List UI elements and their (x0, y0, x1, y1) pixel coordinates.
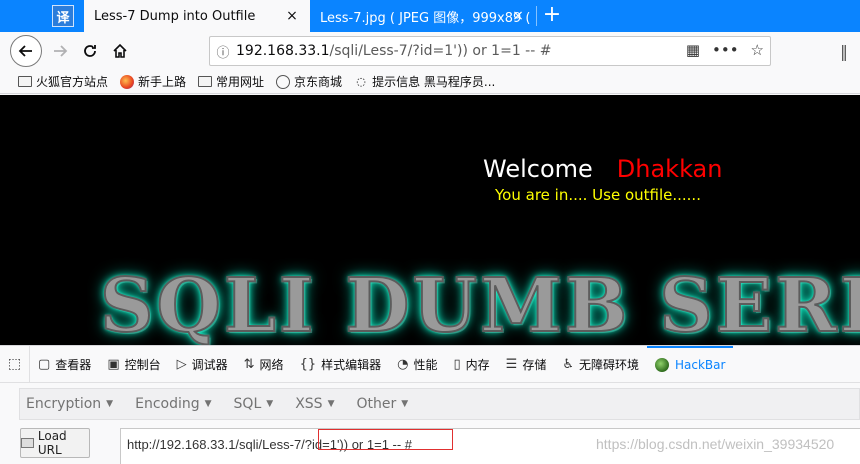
reload-button[interactable] (76, 37, 104, 65)
load-url-button[interactable]: Load URL (20, 428, 90, 458)
caret-down-icon: ▼ (327, 399, 335, 409)
memory-icon: ▯ (453, 356, 461, 372)
tab-network[interactable]: ⇅ 网络 (236, 346, 292, 383)
style-editor-icon: {} (299, 356, 317, 372)
star-icon[interactable]: ☆ (751, 41, 764, 59)
menu-encryption[interactable]: Encryption ▼ (26, 396, 113, 412)
new-tab-button[interactable]: + (540, 4, 564, 28)
tab-memory[interactable]: ▯ 内存 (445, 346, 497, 383)
tab-inspector[interactable]: ▢ 查看器 (30, 346, 99, 383)
bookmarks-toolbar: 火狐官方站点 新手上路 常用网址 京东商城 ◌ 提示信息 黑马程序员... (0, 70, 860, 94)
devtools-toolbar: ⬚ ▢ 查看器 ▣ 控制台 ▷ 调试器 ⇅ 网络 {} 样式编辑器 ◔ 性能 ▯ 内存 ☰ 存储… (0, 345, 860, 383)
tab-less-7-jpg[interactable]: Less-7.jpg ( JPEG 图像，999x89 ( × (310, 0, 536, 32)
close-tab-icon[interactable]: × (284, 8, 300, 24)
folder-icon (198, 76, 213, 87)
login-message: You are in.... Use outfile...... (495, 186, 701, 204)
url-host: 192.168.33.1 (236, 43, 330, 59)
bookmark-item[interactable]: 常用网址 (198, 73, 264, 90)
globe-icon (276, 74, 291, 89)
payload-highlight-box (318, 429, 453, 450)
watermark: https://blog.csdn.net/weixin_39934520 (596, 436, 835, 452)
reload-icon (84, 45, 96, 57)
performance-icon: ◔ (397, 356, 409, 372)
caret-down-icon: ▼ (204, 399, 212, 409)
element-picker-icon[interactable]: ⬚ (0, 345, 30, 383)
folder-icon (18, 76, 32, 87)
library-icon[interactable]: ‖ (840, 42, 848, 61)
tab-title: Less-7.jpg ( JPEG 图像，999x89 ( (320, 10, 531, 26)
url-bar[interactable]: ⓘ 192.168.33.1/sqli/Less-7/?id=1')) or 1… (209, 36, 771, 66)
info-icon[interactable]: ⓘ (210, 42, 236, 61)
caret-down-icon: ▼ (266, 399, 274, 409)
tab-less-7-dump[interactable]: Less-7 Dump into Outfile × (84, 0, 310, 32)
welcome-heading: Welcome Dhakkan (483, 155, 723, 183)
tab-style-editor[interactable]: {} 样式编辑器 (292, 346, 390, 383)
bookmark-item[interactable]: 新手上路 (120, 73, 186, 90)
home-icon (113, 43, 127, 58)
tab-hackbar[interactable]: HackBar (647, 345, 734, 383)
navigation-bar: ⓘ 192.168.33.1/sqli/Less-7/?id=1')) or 1… (0, 32, 860, 70)
back-icon (18, 45, 32, 57)
caret-down-icon: ▼ (106, 399, 114, 409)
network-icon: ⇅ (243, 356, 255, 372)
tab-debugger[interactable]: ▷ 调试器 (169, 346, 236, 383)
loading-icon: ◌ (356, 75, 366, 88)
storage-icon: ☰ (505, 356, 518, 372)
menu-xss[interactable]: XSS ▼ (295, 396, 334, 412)
forward-button[interactable] (46, 37, 74, 65)
devtools-panel: ⬚ ▢ 查看器 ▣ 控制台 ▷ 调试器 ⇅ 网络 {} 样式编辑器 ◔ 性能 ▯ 内存 ☰ 存储… (0, 345, 860, 464)
url-text[interactable]: 192.168.33.1/sqli/Less-7/?id=1')) or 1=1… (236, 43, 551, 59)
menu-encoding[interactable]: Encoding ▼ (135, 396, 211, 412)
url-path: /sqli/Less-7/?id=1')) or 1=1 -- # (329, 43, 552, 59)
tab-separator (536, 6, 537, 26)
close-tab-icon[interactable]: × (510, 8, 526, 24)
tab-performance[interactable]: ◔ 性能 (389, 346, 445, 383)
firefox-icon (120, 74, 135, 89)
url-actions: ▦ ••• ☆ (686, 41, 764, 59)
sqli-banner-image: SQLI DUMB SERIES (99, 262, 860, 345)
bookmark-item[interactable]: 京东商城 (276, 73, 342, 90)
home-button[interactable] (106, 37, 134, 65)
bookmark-item[interactable]: 火狐官方站点 (18, 73, 108, 90)
tab-console[interactable]: ▣ 控制台 (99, 346, 168, 383)
menu-other[interactable]: Other ▼ (356, 396, 408, 412)
user-name: Dhakkan (616, 155, 723, 183)
translate-icon[interactable]: 译 (52, 5, 74, 27)
accessibility-icon: ♿ (562, 356, 574, 372)
menu-sql[interactable]: SQL ▼ (234, 396, 274, 412)
caret-down-icon: ▼ (401, 399, 409, 409)
console-icon: ▣ (107, 356, 120, 372)
tab-accessibility[interactable]: ♿ 无障碍环境 (554, 346, 647, 383)
web-page: Welcome Dhakkan You are in.... Use outfil… (0, 95, 860, 345)
debugger-icon: ▷ (176, 356, 187, 372)
tab-strip: 译 Less-7 Dump into Outfile × Less-7.jpg … (0, 0, 860, 32)
forward-icon (54, 45, 68, 57)
load-icon (21, 438, 34, 448)
back-button[interactable] (10, 35, 42, 67)
qr-code-icon[interactable]: ▦ (686, 41, 700, 59)
tab-storage[interactable]: ☰ 存储 (498, 346, 555, 383)
bookmark-item[interactable]: ◌ 提示信息 黑马程序员... (354, 73, 495, 90)
hackbar-icon (655, 358, 669, 372)
hackbar-menu: Encryption ▼ Encoding ▼ SQL ▼ XSS ▼ Other ▼ (19, 388, 860, 420)
more-icon[interactable]: ••• (712, 41, 739, 59)
inspector-icon: ▢ (38, 356, 51, 372)
tab-title: Less-7 Dump into Outfile (94, 8, 256, 24)
